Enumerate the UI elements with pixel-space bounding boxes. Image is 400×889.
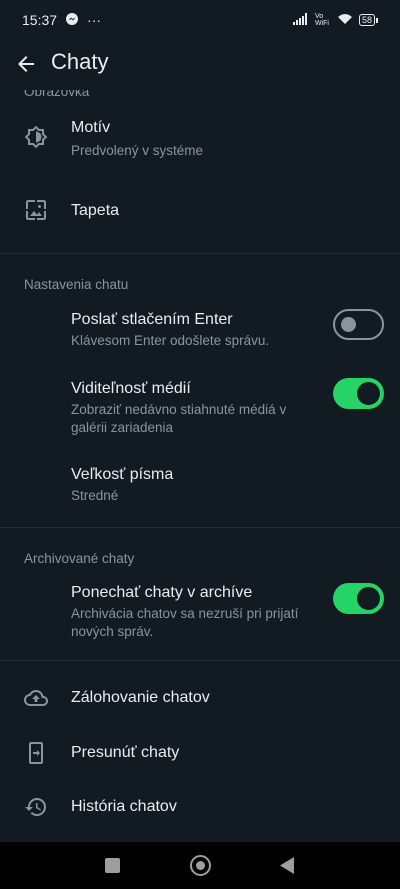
font-size-title: Veľkosť písma <box>71 466 174 483</box>
media-visibility-subtitle: Zobraziť nedávno stiahnuté médiá v galér… <box>71 402 287 435</box>
backup-title: Zálohovanie chatov <box>71 689 210 706</box>
enter-send-title: Poslať stlačením Enter <box>71 311 233 328</box>
media-visibility-title: Viditeľnosť médií <box>71 380 191 397</box>
keep-archived-title: Ponechať chaty v archíve <box>71 584 253 601</box>
status-bar: 15:37 ··· Vo WiFi 58 <box>0 0 400 40</box>
messenger-icon <box>65 12 79 29</box>
home-circle-icon[interactable] <box>190 855 211 876</box>
history-icon <box>24 795 48 819</box>
section-chat-settings: Nastavenia chatu <box>24 277 129 292</box>
keep-archived-toggle[interactable] <box>333 583 384 614</box>
theme-subtitle: Predvolený v systéme <box>71 143 204 158</box>
wifi-icon <box>337 12 353 28</box>
vowifi-label: Vo WiFi <box>314 13 329 27</box>
back-triangle-icon[interactable] <box>280 857 294 879</box>
enter-send-subtitle: Klávesom Enter odošlete správu. <box>71 333 270 348</box>
divider <box>0 660 400 661</box>
battery-level: 58 <box>358 14 375 26</box>
section-archived: Archivované chaty <box>24 551 135 566</box>
more-notifications-icon: ··· <box>87 12 102 28</box>
recents-square-icon[interactable] <box>105 858 120 873</box>
battery-icon: 58 <box>358 14 378 26</box>
wallpaper-title: Tapeta <box>71 202 120 219</box>
theme-brightness-icon <box>24 125 48 149</box>
signal-icon <box>292 12 309 28</box>
system-nav-bar <box>0 842 400 889</box>
media-visibility-toggle[interactable] <box>333 378 384 409</box>
divider <box>0 527 400 528</box>
history-title: História chatov <box>71 798 177 815</box>
cloud-upload-icon <box>24 686 48 710</box>
app-header: Chaty <box>0 40 400 88</box>
enter-send-toggle[interactable] <box>333 309 384 340</box>
divider <box>0 253 400 254</box>
back-arrow-icon[interactable] <box>14 52 38 76</box>
theme-title: Motív <box>71 119 111 136</box>
wallpaper-icon <box>24 198 48 222</box>
transfer-title: Presunúť chaty <box>71 744 180 761</box>
status-time: 15:37 <box>22 12 58 28</box>
page-title: Chaty <box>51 49 109 74</box>
font-size-subtitle: Stredné <box>71 488 119 503</box>
phone-transfer-icon <box>24 741 48 765</box>
keep-archived-subtitle: Archivácia chatov sa nezruší pri prijatí… <box>71 606 299 639</box>
